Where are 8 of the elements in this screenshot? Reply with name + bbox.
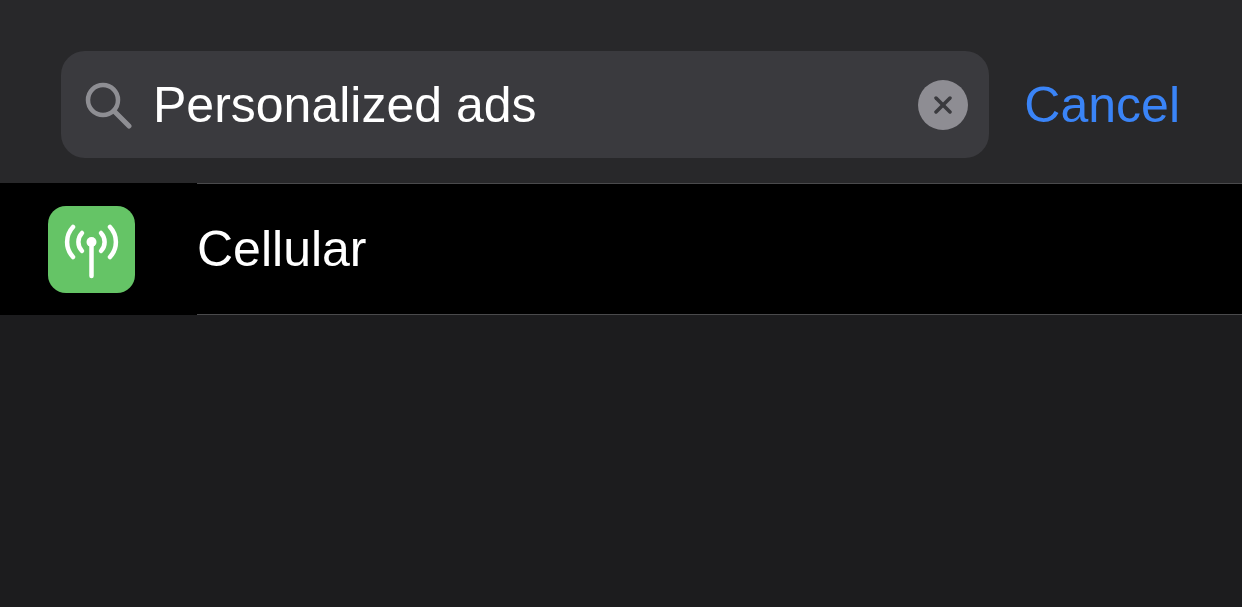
cancel-button[interactable]: Cancel bbox=[1024, 76, 1180, 134]
search-icon bbox=[84, 80, 132, 129]
result-row[interactable]: Cellular bbox=[0, 183, 1242, 315]
antenna-icon bbox=[48, 205, 135, 293]
search-input[interactable]: Personalized ads bbox=[153, 74, 907, 135]
search-field[interactable]: Personalized ads bbox=[61, 51, 990, 158]
result-label: Cellular bbox=[197, 220, 367, 278]
close-icon bbox=[934, 95, 953, 114]
